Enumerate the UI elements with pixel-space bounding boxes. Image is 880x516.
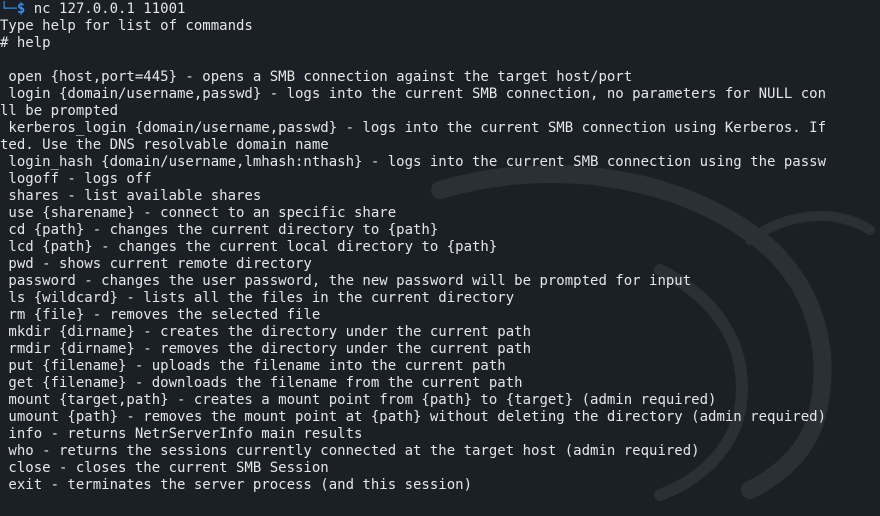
help-line: login {domain/username,passwd} - logs in… [0,86,827,102]
prompt-command: nc 127.0.0.1 11001 [25,1,186,17]
prompt-corner: └─ [0,1,17,17]
help-line: ll be prompted [0,103,119,119]
terminal-window[interactable]: └─$ nc 127.0.0.1 11001 Type help for lis… [0,0,880,516]
help-line: put {filename} - uploads the filename in… [0,358,506,374]
help-line: mkdir {dirname} - creates the directory … [0,324,532,340]
help-line: who - returns the sessions currently con… [0,443,700,459]
prompt-line: └─$ nc 127.0.0.1 11001 [0,1,880,18]
help-line: mount {target,path} - creates a mount po… [0,392,717,408]
help-line: pwd - shows current remote directory [0,256,312,272]
help-line: close - closes the current SMB Session [0,460,329,476]
help-line: ls {wildcard} - lists all the files in t… [0,290,515,306]
help-line: rm {file} - removes the selected file [0,307,321,323]
help-line: umount {path} - removes the mount point … [0,409,827,425]
help-command-line: # help [0,35,51,51]
terminal-output: └─$ nc 127.0.0.1 11001 Type help for lis… [0,1,880,494]
help-line: password - changes the user password, th… [0,273,692,289]
help-line: kerberos_login {domain/username,passwd} … [0,120,827,136]
intro-line: Type help for list of commands [0,18,253,34]
help-line: info - returns NetrServerInfo main resul… [0,426,363,442]
help-line: open {host,port=445} - opens a SMB conne… [0,69,633,85]
help-line: shares - list available shares [0,188,262,204]
help-line: get {filename} - downloads the filename … [0,375,523,391]
help-line: cd {path} - changes the current director… [0,222,439,238]
help-line: exit - terminates the server process (an… [0,477,473,493]
help-line: lcd {path} - changes the current local d… [0,239,498,255]
help-line: rmdir {dirname} - removes the directory … [0,341,532,357]
help-line: login_hash {domain/username,lmhash:nthas… [0,154,827,170]
help-output: open {host,port=445} - opens a SMB conne… [0,69,880,494]
help-line: use {sharename} - connect to an specific… [0,205,397,221]
help-line: logoff - logs off [0,171,152,187]
help-line: ted. Use the DNS resolvable domain name [0,137,329,153]
